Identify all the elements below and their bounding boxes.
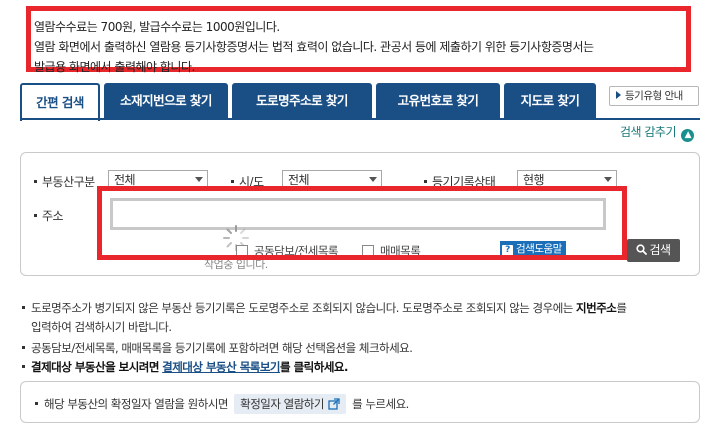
hide-search-label: 검색 감추기 [620,125,677,139]
chevron-down-icon [369,177,377,182]
fee-notice: 열람수수료는 700원, 발급수수료는 1000원입니다. 열람 화면에서 출력… [26,6,691,74]
hide-search-toggle[interactable]: 검색 감추기 ▲ [620,123,695,142]
notice-line-2: 열람 화면에서 출력하신 열람용 등기사항증명서는 법적 효력이 없습니다. 관… [34,40,594,54]
info-line-4: 결제대상 부동산을 보시려면 결제대상 부동산 목록보기를 클릭하세요. [22,358,348,377]
search-button[interactable]: 검색 [627,239,680,262]
info-line-2: 입력하여 검색하시기 바랍니다. [31,320,172,334]
chevron-up-icon: ▲ [681,129,695,142]
search-tabs: 간편 검색 소재지번으로 찾기 도로명주소로 찾기 고유번호로 찾기 지도로 찾… [20,83,596,121]
tab-road-address[interactable]: 도로명주소로 찾기 [232,83,372,119]
external-link-icon [328,398,340,410]
payment-property-list-link[interactable]: 결제대상 부동산 목록보기 [162,360,280,374]
search-icon [636,244,648,255]
lot-address-emphasis: 지번주소 [576,301,617,315]
play-arrow-icon [616,91,621,99]
info-line-3: 공동담보/전세목록, 매매목록을 등기기록에 포함하려면 해당 선택옵션을 체크… [22,339,413,358]
notice-line-1: 열람수수료는 700원, 발급수수료는 1000원입니다. [34,20,280,34]
highlight-frame [97,186,627,260]
registry-type-guide-button[interactable]: 등기유형 안내 [609,86,699,106]
tab-simple-search[interactable]: 간편 검색 [20,83,100,121]
tab-map[interactable]: 지도로 찾기 [504,83,596,119]
search-button-label: 검색 [649,243,671,257]
chevron-down-icon [195,177,203,182]
property-type-label: 부동산구분 [34,173,95,190]
notice-line-3: 발급용 화면에서 출력해야 합니다. [34,60,195,74]
tab-lot-number[interactable]: 소재지번으로 찾기 [104,83,228,119]
tab-divider [20,118,700,120]
info-line-1: 도로명주소가 병기되지 않은 부동산 등기기록은 도로명주소로 조회되지 않습니… [22,299,627,318]
confirm-date-panel: 해당 부동산의 확정일자 열람을 원하시면 확정일자 열람하기 를 누르세요. [20,381,700,423]
tab-unique-number[interactable]: 고유번호로 찾기 [376,83,500,119]
confirm-date-view-button[interactable]: 확정일자 열람하기 [234,394,346,414]
confirm-date-text: 해당 부동산의 확정일자 열람을 원하시면 확정일자 열람하기 를 누르세요. [35,394,409,414]
chevron-down-icon [604,177,612,182]
address-label: 주소 [34,207,64,224]
guide-button-label: 등기유형 안내 [625,90,683,102]
